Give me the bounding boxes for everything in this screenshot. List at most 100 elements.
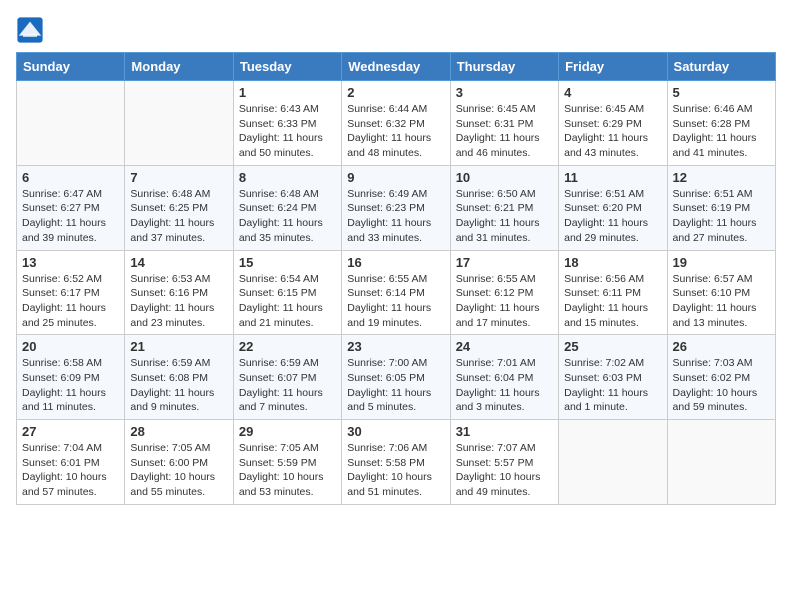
calendar-cell <box>125 81 233 166</box>
calendar-cell: 30 Sunrise: 7:06 AM Sunset: 5:58 PM Dayli… <box>342 420 450 505</box>
day-number: 7 <box>130 170 227 185</box>
day-number: 28 <box>130 424 227 439</box>
calendar-week-row: 6 Sunrise: 6:47 AM Sunset: 6:27 PM Daylig… <box>17 165 776 250</box>
day-number: 6 <box>22 170 119 185</box>
day-number: 5 <box>673 85 770 100</box>
calendar-cell: 21 Sunrise: 6:59 AM Sunset: 6:08 PM Dayli… <box>125 335 233 420</box>
calendar-cell: 9Sunrise: 6:49 AM Sunset: 6:23 PM Daylig… <box>342 165 450 250</box>
day-header-wednesday: Wednesday <box>342 53 450 81</box>
day-number: 1 <box>239 85 336 100</box>
calendar-cell: 26 Sunrise: 7:03 AM Sunset: 6:02 PM Dayli… <box>667 335 775 420</box>
day-info: Sunrise: 6:59 AM Sunset: 6:08 PM Dayligh… <box>130 356 227 415</box>
day-info: Sunrise: 6:46 AM Sunset: 6:28 PM Dayligh… <box>673 102 770 161</box>
calendar-cell: 7 Sunrise: 6:48 AM Sunset: 6:25 PM Daylig… <box>125 165 233 250</box>
day-header-saturday: Saturday <box>667 53 775 81</box>
day-info: Sunrise: 7:06 AM Sunset: 5:58 PM Dayligh… <box>347 441 444 500</box>
calendar-week-row: 13 Sunrise: 6:52 AM Sunset: 6:17 PM Dayli… <box>17 250 776 335</box>
calendar-cell: 14Sunrise: 6:53 AM Sunset: 6:16 PM Dayli… <box>125 250 233 335</box>
day-info: Sunrise: 6:51 AM Sunset: 6:20 PM Dayligh… <box>564 187 661 246</box>
calendar-cell: 15 Sunrise: 6:54 AM Sunset: 6:15 PM Dayli… <box>233 250 341 335</box>
day-number: 15 <box>239 255 336 270</box>
day-number: 11 <box>564 170 661 185</box>
day-info: Sunrise: 6:43 AM Sunset: 6:33 PM Dayligh… <box>239 102 336 161</box>
calendar-cell: 29Sunrise: 7:05 AM Sunset: 5:59 PM Dayli… <box>233 420 341 505</box>
day-number: 12 <box>673 170 770 185</box>
day-number: 21 <box>130 339 227 354</box>
day-info: Sunrise: 7:07 AM Sunset: 5:57 PM Dayligh… <box>456 441 553 500</box>
day-info: Sunrise: 6:51 AM Sunset: 6:19 PM Dayligh… <box>673 187 770 246</box>
logo <box>16 16 48 44</box>
day-header-monday: Monday <box>125 53 233 81</box>
day-info: Sunrise: 6:49 AM Sunset: 6:23 PM Dayligh… <box>347 187 444 246</box>
day-number: 19 <box>673 255 770 270</box>
day-header-sunday: Sunday <box>17 53 125 81</box>
day-number: 26 <box>673 339 770 354</box>
day-number: 30 <box>347 424 444 439</box>
calendar-cell: 13 Sunrise: 6:52 AM Sunset: 6:17 PM Dayli… <box>17 250 125 335</box>
day-info: Sunrise: 7:01 AM Sunset: 6:04 PM Dayligh… <box>456 356 553 415</box>
day-info: Sunrise: 6:54 AM Sunset: 6:15 PM Dayligh… <box>239 272 336 331</box>
calendar-cell: 12 Sunrise: 6:51 AM Sunset: 6:19 PM Dayli… <box>667 165 775 250</box>
day-info: Sunrise: 7:05 AM Sunset: 6:00 PM Dayligh… <box>130 441 227 500</box>
day-number: 4 <box>564 85 661 100</box>
day-info: Sunrise: 6:47 AM Sunset: 6:27 PM Dayligh… <box>22 187 119 246</box>
day-info: Sunrise: 6:50 AM Sunset: 6:21 PM Dayligh… <box>456 187 553 246</box>
day-info: Sunrise: 6:52 AM Sunset: 6:17 PM Dayligh… <box>22 272 119 331</box>
day-info: Sunrise: 6:44 AM Sunset: 6:32 PM Dayligh… <box>347 102 444 161</box>
calendar-table: SundayMondayTuesdayWednesdayThursdayFrid… <box>16 52 776 505</box>
day-number: 10 <box>456 170 553 185</box>
day-number: 13 <box>22 255 119 270</box>
day-info: Sunrise: 7:02 AM Sunset: 6:03 PM Dayligh… <box>564 356 661 415</box>
day-info: Sunrise: 7:04 AM Sunset: 6:01 PM Dayligh… <box>22 441 119 500</box>
calendar-header-row: SundayMondayTuesdayWednesdayThursdayFrid… <box>17 53 776 81</box>
calendar-cell: 25Sunrise: 7:02 AM Sunset: 6:03 PM Dayli… <box>559 335 667 420</box>
calendar-cell: 20Sunrise: 6:58 AM Sunset: 6:09 PM Dayli… <box>17 335 125 420</box>
calendar-cell: 4 Sunrise: 6:45 AM Sunset: 6:29 PM Daylig… <box>559 81 667 166</box>
day-info: Sunrise: 7:03 AM Sunset: 6:02 PM Dayligh… <box>673 356 770 415</box>
day-info: Sunrise: 6:58 AM Sunset: 6:09 PM Dayligh… <box>22 356 119 415</box>
day-number: 2 <box>347 85 444 100</box>
calendar-cell: 5 Sunrise: 6:46 AM Sunset: 6:28 PM Daylig… <box>667 81 775 166</box>
calendar-week-row: 1 Sunrise: 6:43 AM Sunset: 6:33 PM Daylig… <box>17 81 776 166</box>
day-info: Sunrise: 6:45 AM Sunset: 6:31 PM Dayligh… <box>456 102 553 161</box>
day-info: Sunrise: 7:00 AM Sunset: 6:05 PM Dayligh… <box>347 356 444 415</box>
day-number: 24 <box>456 339 553 354</box>
calendar-cell: 3 Sunrise: 6:45 AM Sunset: 6:31 PM Daylig… <box>450 81 558 166</box>
day-info: Sunrise: 6:48 AM Sunset: 6:25 PM Dayligh… <box>130 187 227 246</box>
page-header <box>16 16 776 44</box>
day-number: 31 <box>456 424 553 439</box>
calendar-cell: 6 Sunrise: 6:47 AM Sunset: 6:27 PM Daylig… <box>17 165 125 250</box>
calendar-cell: 27 Sunrise: 7:04 AM Sunset: 6:01 PM Dayli… <box>17 420 125 505</box>
day-info: Sunrise: 6:55 AM Sunset: 6:12 PM Dayligh… <box>456 272 553 331</box>
calendar-cell: 16Sunrise: 6:55 AM Sunset: 6:14 PM Dayli… <box>342 250 450 335</box>
calendar-cell: 24 Sunrise: 7:01 AM Sunset: 6:04 PM Dayli… <box>450 335 558 420</box>
day-header-friday: Friday <box>559 53 667 81</box>
day-info: Sunrise: 6:59 AM Sunset: 6:07 PM Dayligh… <box>239 356 336 415</box>
calendar-cell: 1 Sunrise: 6:43 AM Sunset: 6:33 PM Daylig… <box>233 81 341 166</box>
day-info: Sunrise: 6:56 AM Sunset: 6:11 PM Dayligh… <box>564 272 661 331</box>
day-number: 8 <box>239 170 336 185</box>
calendar-cell <box>667 420 775 505</box>
calendar-cell: 22Sunrise: 6:59 AM Sunset: 6:07 PM Dayli… <box>233 335 341 420</box>
day-number: 3 <box>456 85 553 100</box>
day-number: 18 <box>564 255 661 270</box>
calendar-cell: 2 Sunrise: 6:44 AM Sunset: 6:32 PM Daylig… <box>342 81 450 166</box>
calendar-week-row: 20Sunrise: 6:58 AM Sunset: 6:09 PM Dayli… <box>17 335 776 420</box>
calendar-cell: 28 Sunrise: 7:05 AM Sunset: 6:00 PM Dayli… <box>125 420 233 505</box>
calendar-cell: 10 Sunrise: 6:50 AM Sunset: 6:21 PM Dayli… <box>450 165 558 250</box>
calendar-cell: 8Sunrise: 6:48 AM Sunset: 6:24 PM Daylig… <box>233 165 341 250</box>
day-number: 14 <box>130 255 227 270</box>
calendar-cell <box>17 81 125 166</box>
day-info: Sunrise: 6:57 AM Sunset: 6:10 PM Dayligh… <box>673 272 770 331</box>
calendar-week-row: 27 Sunrise: 7:04 AM Sunset: 6:01 PM Dayli… <box>17 420 776 505</box>
day-number: 29 <box>239 424 336 439</box>
day-number: 27 <box>22 424 119 439</box>
calendar-cell: 23 Sunrise: 7:00 AM Sunset: 6:05 PM Dayli… <box>342 335 450 420</box>
day-info: Sunrise: 6:45 AM Sunset: 6:29 PM Dayligh… <box>564 102 661 161</box>
calendar-cell: 31 Sunrise: 7:07 AM Sunset: 5:57 PM Dayli… <box>450 420 558 505</box>
day-info: Sunrise: 6:55 AM Sunset: 6:14 PM Dayligh… <box>347 272 444 331</box>
calendar-cell: 17Sunrise: 6:55 AM Sunset: 6:12 PM Dayli… <box>450 250 558 335</box>
day-number: 23 <box>347 339 444 354</box>
calendar-cell <box>559 420 667 505</box>
day-header-thursday: Thursday <box>450 53 558 81</box>
